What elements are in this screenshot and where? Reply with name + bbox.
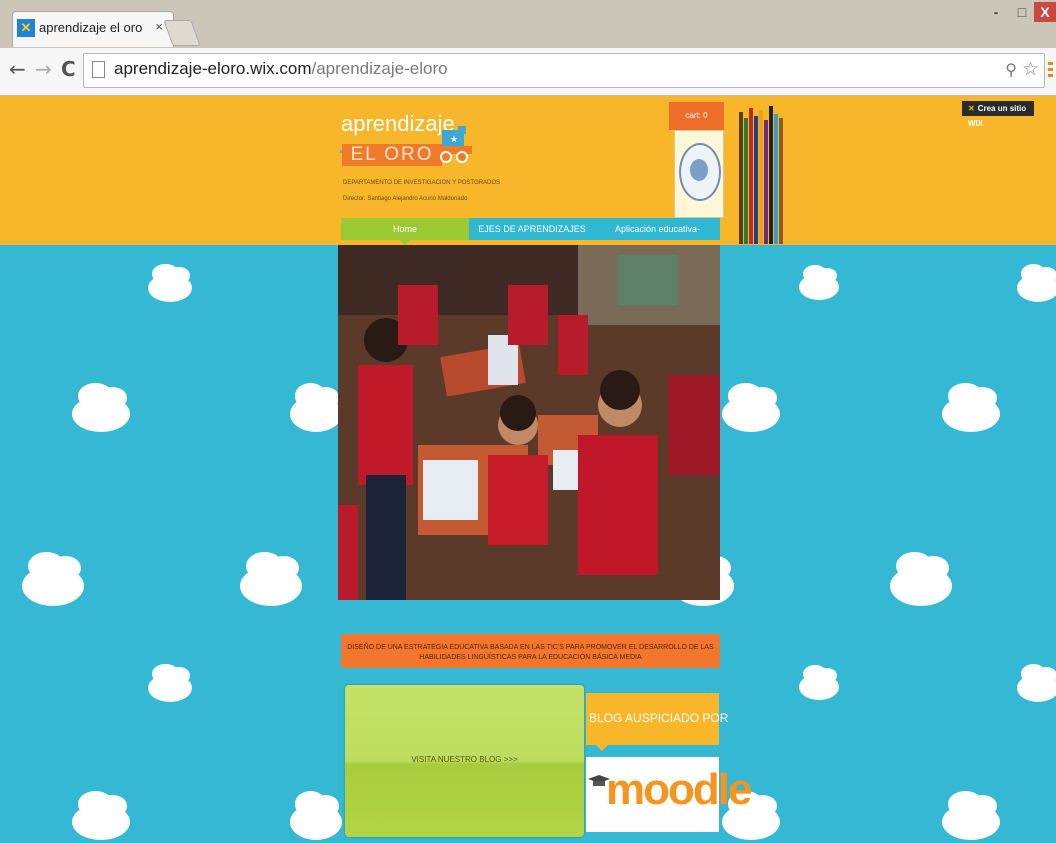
classroom-photo (338, 245, 720, 600)
reload-icon[interactable]: C (61, 57, 76, 81)
bookmark-star-icon[interactable]: ☆ (1022, 58, 1039, 80)
wix-promo-badge[interactable]: ✕ Crea un sitio WIX (962, 101, 1034, 128)
institution-seal (674, 130, 724, 218)
browser-tab[interactable]: ✕ aprendizaje el oro × (12, 11, 174, 47)
nav-home[interactable]: Home (341, 218, 469, 245)
wix-favicon-icon: ✕ (17, 19, 35, 37)
cloud-decoration (72, 383, 130, 432)
main-nav: Home EJES DE APRENDIZAJES Aplicación edu… (341, 218, 720, 256)
cloud-decoration (240, 552, 302, 606)
visit-blog-label: VISITA NUESTRO BLOG >>> (411, 755, 518, 764)
project-caption: DISEÑO DE UNA ESTRATEGIA EDUCATIVA BASAD… (341, 634, 720, 668)
department-text: DEPARTAMENTO DE INVESTIGACION Y POSTGRAD… (343, 180, 501, 186)
logo-el-oro: EL ORO (342, 144, 442, 166)
browser-menu-icon[interactable] (1048, 62, 1053, 80)
seal-emblem-icon (679, 143, 721, 201)
browser-toolbar: ← → C aprendizaje-eloro.wix.com/aprendiz… (0, 48, 1056, 96)
page-icon (92, 61, 105, 78)
nav-ejes-de-aprendizajes[interactable]: EJES DE APRENDIZAJES (469, 218, 595, 240)
back-arrow-icon[interactable]: ← (9, 57, 26, 81)
nav-aplicacion-educativa[interactable]: Aplicación educativa-educación media (595, 218, 720, 256)
tab-title: aprendizaje el oro (39, 20, 143, 35)
colored-pencils-image (739, 104, 783, 244)
cloud-decoration (1017, 264, 1056, 302)
cloud-decoration (799, 264, 839, 300)
sponsor-text: BLOG AUSPICIADO POR (589, 711, 729, 725)
cloud-decoration (22, 552, 84, 606)
cloud-decoration (290, 383, 342, 432)
cloud-decoration (890, 552, 952, 606)
cloud-decoration (72, 791, 130, 840)
cloud-decoration (942, 383, 1000, 432)
cloud-decoration (722, 383, 780, 432)
forward-arrow-icon[interactable]: → (35, 57, 52, 81)
moodle-logo[interactable]: moodle (586, 757, 752, 832)
cloud-decoration (148, 664, 192, 702)
cloud-decoration (290, 791, 342, 840)
cloud-decoration (148, 264, 192, 302)
maximize-button[interactable]: □ (1011, 2, 1033, 22)
address-bar[interactable]: aprendizaje-eloro.wix.com/aprendizaje-el… (83, 53, 1045, 88)
cloud-decoration (1017, 664, 1056, 702)
director-text: Director: Santiago Alejandro Acurio Mald… (343, 196, 468, 202)
visit-blog-button[interactable]: VISITA NUESTRO BLOG >>> (345, 685, 584, 837)
tab-strip: ✕ aprendizaje el oro × - □ X (0, 0, 1056, 48)
cloud-decoration (942, 791, 1000, 840)
minimize-button[interactable]: - (985, 2, 1007, 22)
cart-button[interactable]: cart: 0 (669, 102, 724, 130)
zoom-icon[interactable]: ⚲ (1005, 60, 1017, 79)
close-window-button[interactable]: X (1034, 2, 1056, 22)
cloud-decoration (799, 664, 839, 700)
tab-close-icon[interactable]: × (155, 19, 163, 34)
web-page: ✕ Crea un sitio WIX aprendizaje EL ORO ★ … (0, 96, 1056, 843)
train-icon: ★ (438, 126, 472, 163)
header-band: ✕ Crea un sitio WIX aprendizaje EL ORO ★ … (0, 96, 1056, 256)
moodle-wordmark: moodle (606, 765, 752, 814)
sponsor-banner: BLOG AUSPICIADO POR (586, 693, 728, 751)
svg-text:★: ★ (450, 135, 458, 145)
url-text[interactable]: aprendizaje-eloro.wix.com/aprendizaje-el… (114, 59, 448, 79)
